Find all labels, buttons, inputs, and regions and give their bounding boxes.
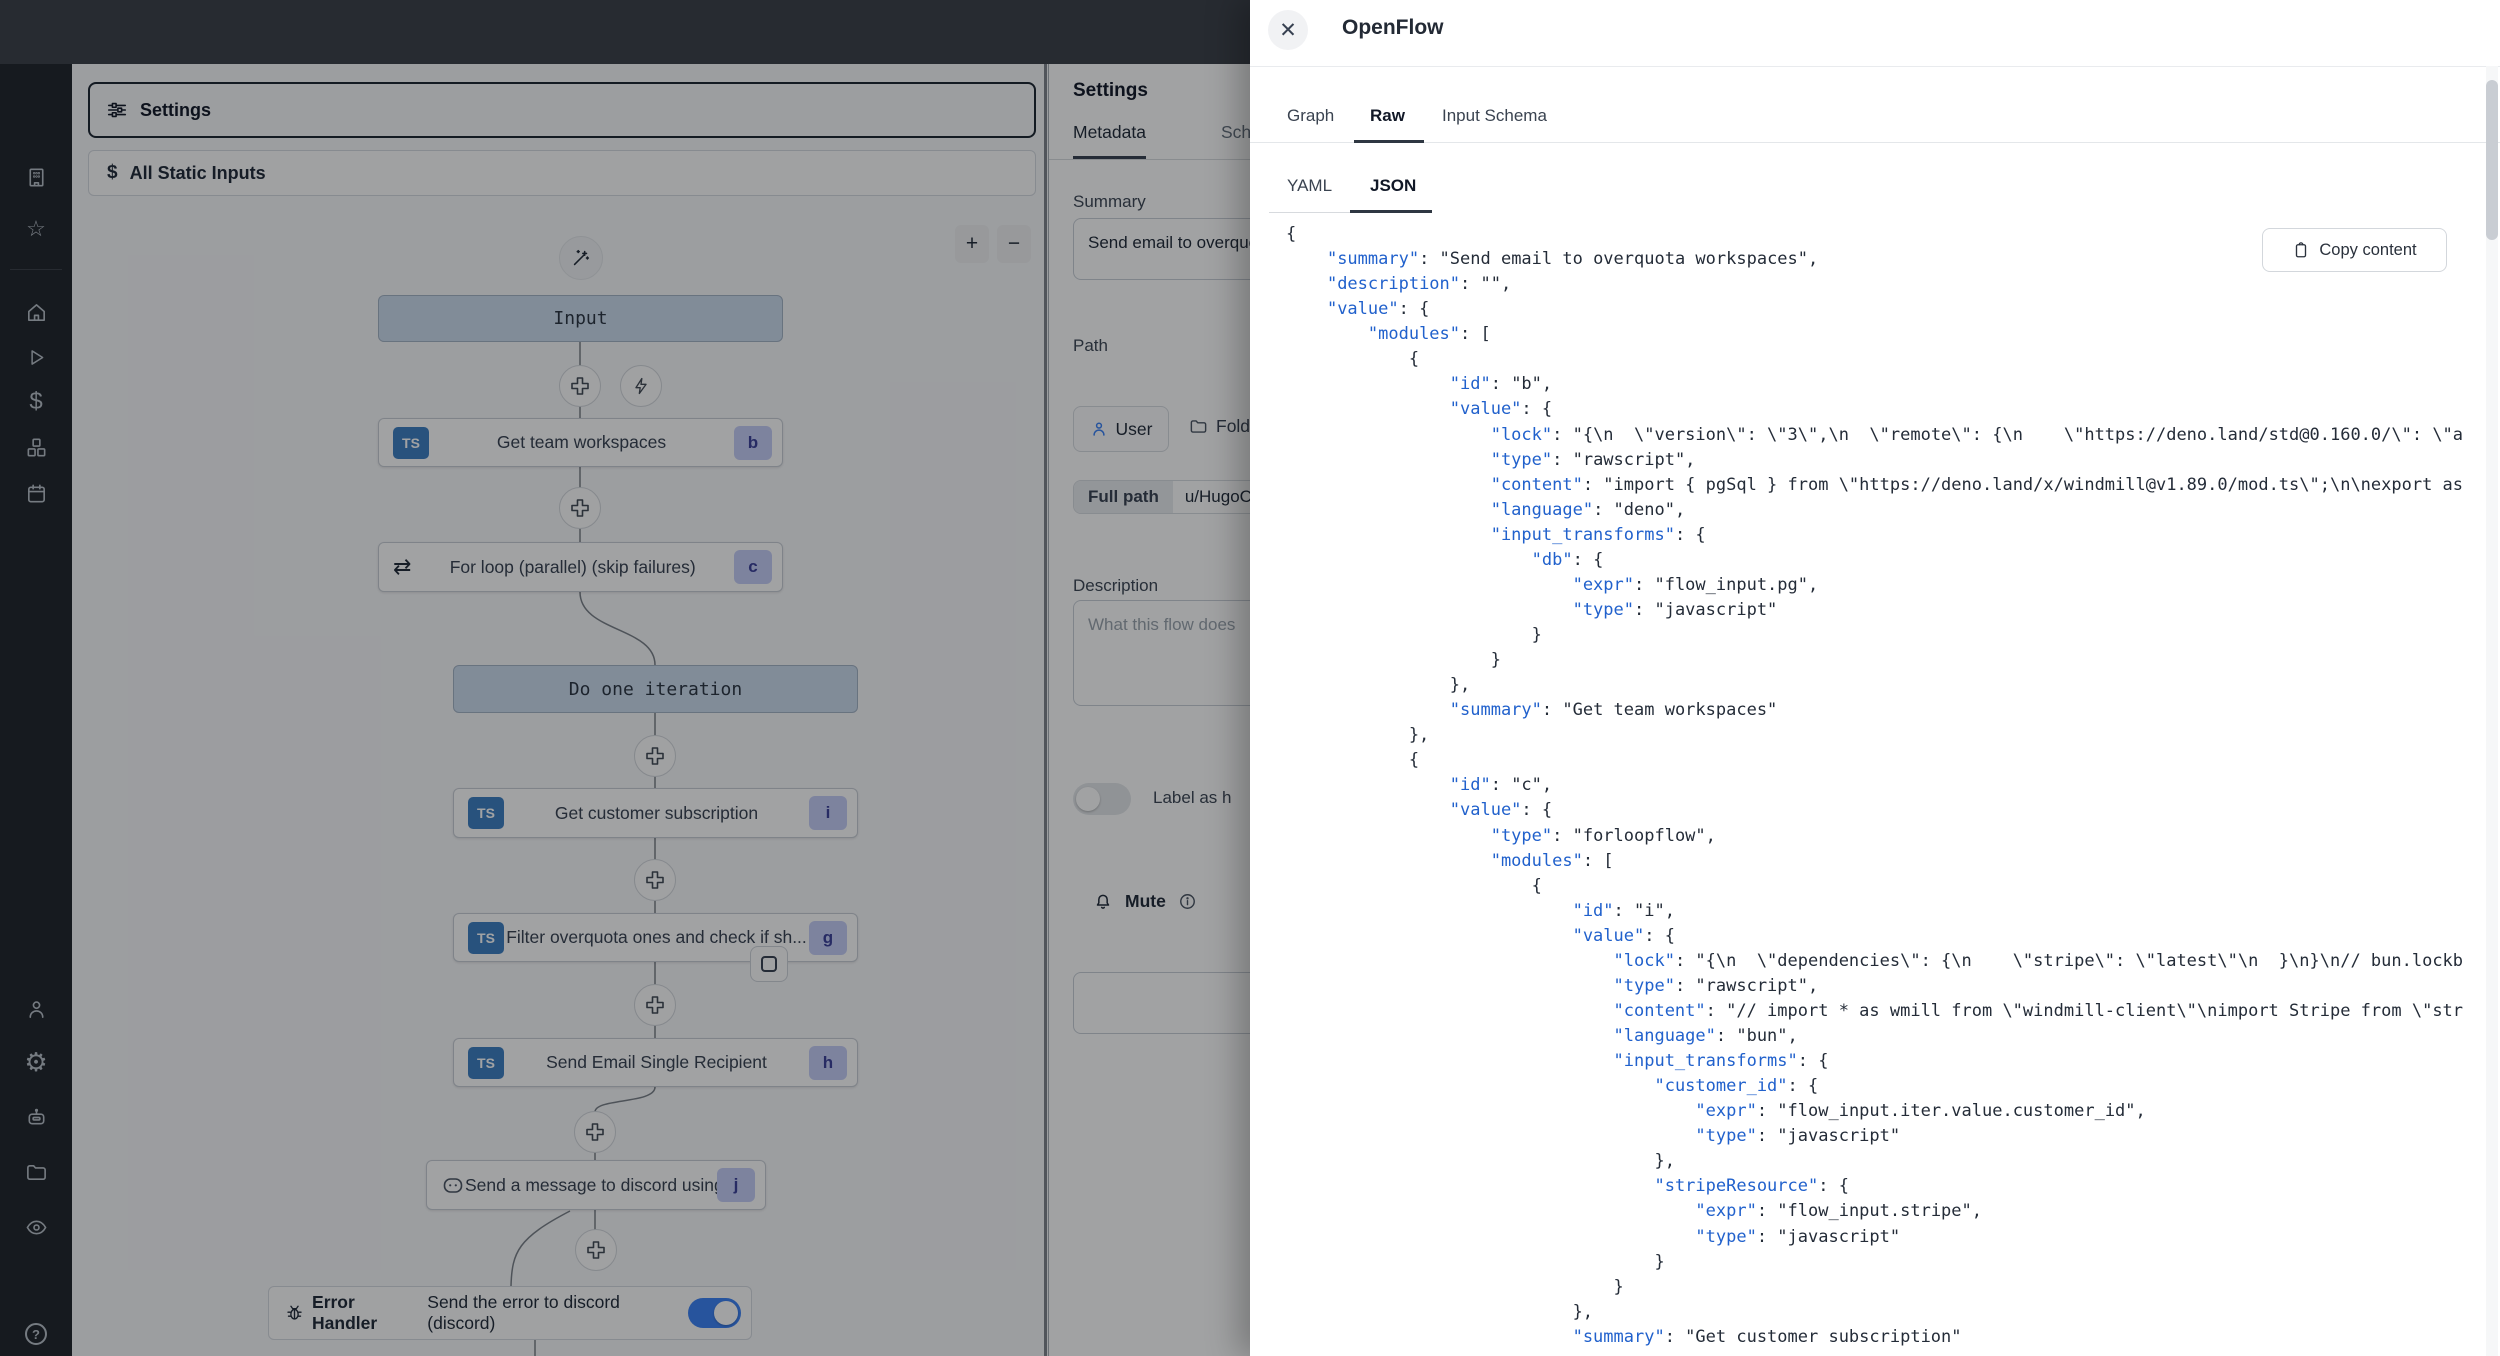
tabbar-divider (1250, 142, 2500, 143)
tab-input-schema[interactable]: Input Schema (1442, 106, 1547, 126)
close-icon: ✕ (1279, 18, 1297, 43)
subtab-json[interactable]: JSON (1370, 176, 1416, 196)
drawer-title: OpenFlow (1342, 16, 1444, 40)
active-tab-underline (1354, 140, 1424, 143)
close-button[interactable]: ✕ (1268, 10, 1308, 50)
divider (1250, 66, 2500, 67)
json-code[interactable]: { "summary": "Send email to overquota wo… (1286, 222, 2464, 1356)
openflow-drawer: ✕ OpenFlow Graph Raw Input Schema YAML J… (1250, 0, 2500, 1356)
modal-dim-overlay[interactable] (0, 0, 1250, 1356)
scrollbar-thumb[interactable] (2486, 80, 2498, 240)
scrollbar-track[interactable] (2486, 66, 2498, 1356)
tab-raw[interactable]: Raw (1370, 106, 1405, 126)
tab-graph[interactable]: Graph (1287, 106, 1334, 126)
active-subtab-underline (1350, 210, 1432, 213)
subtab-yaml[interactable]: YAML (1287, 176, 1332, 196)
